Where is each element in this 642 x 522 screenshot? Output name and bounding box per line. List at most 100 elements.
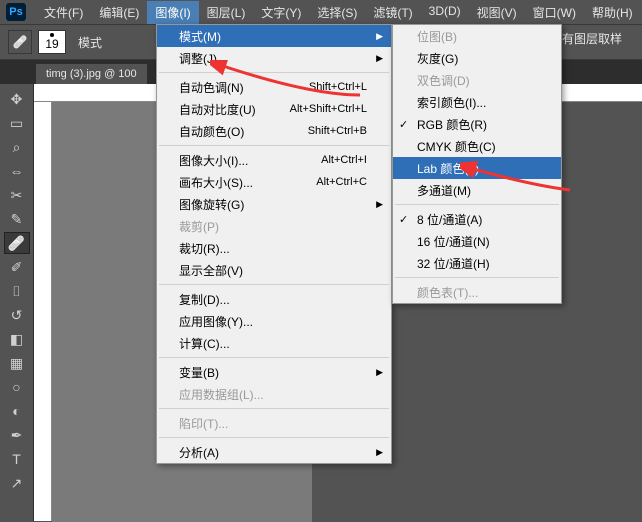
submenu-item[interactable]: ✓RGB 颜色(R) xyxy=(393,113,561,135)
menu-item[interactable]: 变量(B)▶ xyxy=(157,361,391,383)
menu-item[interactable]: 分析(A)▶ xyxy=(157,441,391,463)
blur-tool[interactable]: ○ xyxy=(4,376,30,398)
submenu-item[interactable]: 索引颜色(I)... xyxy=(393,91,561,113)
path-tool[interactable]: ↗ xyxy=(4,472,30,494)
submenu-item[interactable]: 32 位/通道(H) xyxy=(393,252,561,274)
menu-item[interactable]: 裁切(R)... xyxy=(157,237,391,259)
submenu-item-label: 颜色表(T)... xyxy=(417,284,478,301)
submenu-arrow-icon: ▶ xyxy=(376,31,383,42)
menu-separator xyxy=(159,437,389,438)
menu-item[interactable]: 显示全部(V) xyxy=(157,259,391,281)
brush-preset[interactable]: 19 xyxy=(38,30,66,54)
menu-item[interactable]: 计算(C)... xyxy=(157,332,391,354)
mode-label: 模式 xyxy=(78,34,102,51)
submenu-arrow-icon: ▶ xyxy=(376,199,383,210)
menu-item-label: 应用数据组(L)... xyxy=(179,386,264,403)
menu-item-label: 计算(C)... xyxy=(179,335,230,352)
title-bar: Ps 文件(F) 编辑(E) 图像(I) 图层(L) 文字(Y) 选择(S) 滤… xyxy=(0,0,642,24)
menu-item-label: 陷印(T)... xyxy=(179,415,228,432)
menu-item[interactable]: 自动对比度(U)Alt+Shift+Ctrl+L xyxy=(157,98,391,120)
submenu-item: 颜色表(T)... xyxy=(393,281,561,303)
eraser-tool[interactable]: ◧ xyxy=(4,328,30,350)
crop-tool[interactable]: ✂ xyxy=(4,184,30,206)
submenu-item: 位图(B) xyxy=(393,25,561,47)
menu-edit[interactable]: 编辑(E) xyxy=(91,1,147,24)
menu-item-label: 自动对比度(U) xyxy=(179,101,256,118)
submenu-item-label: 16 位/通道(N) xyxy=(417,233,490,250)
menu-item[interactable]: 调整(J)▶ xyxy=(157,47,391,69)
menu-item[interactable]: 画布大小(S)...Alt+Ctrl+C xyxy=(157,171,391,193)
shortcut-label: Alt+Ctrl+I xyxy=(321,154,367,166)
menu-item-label: 应用图像(Y)... xyxy=(179,313,253,330)
brush-size-value: 19 xyxy=(45,37,58,51)
submenu-item-label: 索引颜色(I)... xyxy=(417,94,486,111)
marquee-tool[interactable]: ▭ xyxy=(4,112,30,134)
menu-separator xyxy=(159,357,389,358)
stamp-tool[interactable]: ⌷ xyxy=(4,280,30,302)
move-tool[interactable]: ✥ xyxy=(4,88,30,110)
menu-layer[interactable]: 图层(L) xyxy=(199,1,254,24)
submenu-item[interactable]: Lab 颜色(L) xyxy=(393,157,561,179)
submenu-item-label: RGB 颜色(R) xyxy=(417,116,487,133)
lasso-tool[interactable]: ⌕ xyxy=(4,136,30,158)
menu-3d[interactable]: 3D(D) xyxy=(421,1,469,24)
shortcut-label: Shift+Ctrl+B xyxy=(308,125,367,137)
wand-tool[interactable]: ⇔ xyxy=(4,160,30,182)
menu-separator xyxy=(159,145,389,146)
history-brush-tool[interactable]: ↺ xyxy=(4,304,30,326)
submenu-item-label: CMYK 颜色(C) xyxy=(417,138,496,155)
submenu-arrow-icon: ▶ xyxy=(376,367,383,378)
menu-bar: 文件(F) 编辑(E) 图像(I) 图层(L) 文字(Y) 选择(S) 滤镜(T… xyxy=(36,1,641,24)
menu-file[interactable]: 文件(F) xyxy=(36,1,91,24)
submenu-item[interactable]: CMYK 颜色(C) xyxy=(393,135,561,157)
menu-item[interactable]: 自动色调(N)Shift+Ctrl+L xyxy=(157,76,391,98)
menu-item[interactable]: 图像大小(I)... Alt+Ctrl+I xyxy=(157,149,391,171)
menu-item[interactable]: 自动颜色(O) Shift+Ctrl+B xyxy=(157,120,391,142)
menu-view[interactable]: 视图(V) xyxy=(469,1,525,24)
menu-item-label: 图像大小(I)... xyxy=(179,152,248,169)
menu-image[interactable]: 图像(I) xyxy=(147,1,198,24)
menu-item[interactable]: 模式(M) ▶ xyxy=(157,25,391,47)
menu-item: 应用数据组(L)... xyxy=(157,383,391,405)
menu-select[interactable]: 选择(S) xyxy=(309,1,365,24)
menu-window[interactable]: 窗口(W) xyxy=(525,1,584,24)
dodge-tool[interactable]: ◐ xyxy=(4,400,30,422)
submenu-item[interactable]: 多通道(M) xyxy=(393,179,561,201)
menu-separator xyxy=(159,72,389,73)
submenu-item[interactable]: 灰度(G) xyxy=(393,47,561,69)
menu-filter[interactable]: 滤镜(T) xyxy=(365,1,420,24)
menu-help[interactable]: 帮助(H) xyxy=(584,1,641,24)
document-tab[interactable]: timg (3).jpg @ 100 xyxy=(36,64,147,84)
checkmark-icon: ✓ xyxy=(399,213,408,226)
menu-item-label: 分析(A) xyxy=(179,444,219,461)
healing-tool[interactable]: 🩹 xyxy=(4,232,30,254)
menu-item[interactable]: 应用图像(Y)... xyxy=(157,310,391,332)
submenu-item-label: 32 位/通道(H) xyxy=(417,255,490,272)
menu-separator xyxy=(159,284,389,285)
menu-item-label: 图像旋转(G) xyxy=(179,196,244,213)
submenu-item[interactable]: 16 位/通道(N) xyxy=(393,230,561,252)
tool-preset-icon[interactable]: 🩹 xyxy=(8,30,32,54)
menu-separator xyxy=(395,277,559,278)
menu-item-label: 模式(M) xyxy=(179,28,221,45)
shortcut-label: Alt+Ctrl+C xyxy=(316,176,367,188)
brush-tool[interactable]: ✐ xyxy=(4,256,30,278)
gradient-tool[interactable]: ▦ xyxy=(4,352,30,374)
menu-item[interactable]: 复制(D)... xyxy=(157,288,391,310)
submenu-item-label: 多通道(M) xyxy=(417,182,471,199)
menu-item-label: 显示全部(V) xyxy=(179,262,243,279)
submenu-item[interactable]: ✓ 8 位/通道(A) xyxy=(393,208,561,230)
submenu-item-label: Lab 颜色(L) xyxy=(417,160,479,177)
menu-separator xyxy=(395,204,559,205)
submenu-item-label: 8 位/通道(A) xyxy=(417,211,482,228)
type-tool[interactable]: T xyxy=(4,448,30,470)
menu-type[interactable]: 文字(Y) xyxy=(253,1,309,24)
mode-submenu: 位图(B)灰度(G)双色调(D)索引颜色(I)...✓RGB 颜色(R)CMYK… xyxy=(392,24,562,304)
menu-item[interactable]: 图像旋转(G) ▶ xyxy=(157,193,391,215)
menu-separator xyxy=(159,408,389,409)
menu-item-label: 自动颜色(O) xyxy=(179,123,244,140)
menu-item-label: 裁剪(P) xyxy=(179,218,219,235)
ruler-vertical xyxy=(34,102,52,521)
pen-tool[interactable]: ✒ xyxy=(4,424,30,446)
eyedropper-tool[interactable]: ✎ xyxy=(4,208,30,230)
